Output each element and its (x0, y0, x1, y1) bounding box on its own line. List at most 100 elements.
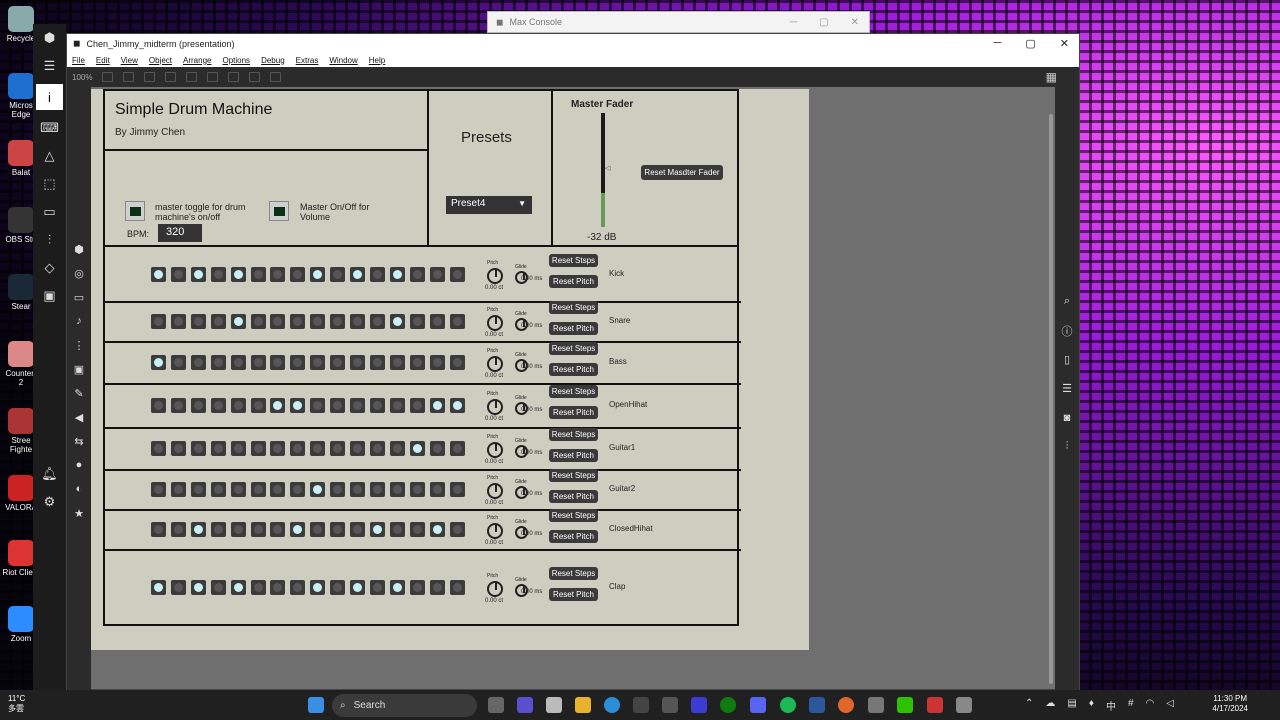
step-button[interactable] (290, 482, 306, 497)
step-button[interactable] (250, 355, 266, 370)
step-button[interactable] (151, 398, 166, 413)
step-button[interactable] (389, 522, 405, 537)
step-button[interactable] (270, 441, 286, 456)
step-button[interactable] (310, 522, 326, 537)
step-button[interactable] (151, 580, 166, 595)
step-button[interactable] (170, 482, 186, 497)
step-button[interactable] (290, 355, 306, 370)
step-button[interactable] (350, 267, 365, 282)
step-button[interactable] (230, 314, 246, 329)
app2-icon[interactable] (927, 697, 943, 713)
info-icon[interactable]: i (36, 84, 63, 110)
menu-arrange[interactable]: Arrange (183, 56, 211, 65)
help-icon[interactable] (228, 72, 240, 82)
store-icon[interactable] (633, 697, 649, 713)
step-button[interactable] (230, 580, 246, 595)
xbox-icon[interactable] (720, 697, 736, 713)
bell-icon[interactable]: 🔔︎ (33, 460, 66, 488)
arrow-icon[interactable]: ◀ (67, 405, 91, 429)
step-button[interactable] (210, 355, 226, 370)
bpm-number-box[interactable]: 320 (158, 224, 202, 242)
step-button[interactable] (429, 314, 445, 329)
settings-icon[interactable]: ⚙ (33, 488, 66, 516)
reset-steps-button[interactable]: Reset Stsps (549, 254, 598, 267)
step-button[interactable] (330, 441, 346, 456)
menu-options[interactable]: Options (222, 56, 250, 65)
step-button[interactable] (409, 267, 425, 282)
step-button[interactable] (190, 355, 206, 370)
step-button[interactable] (369, 482, 385, 497)
step-button[interactable] (190, 314, 206, 329)
maximize-icon[interactable]: ▢ (819, 17, 828, 28)
step-button[interactable] (409, 482, 425, 497)
step-button[interactable] (170, 441, 186, 456)
step-button[interactable] (409, 522, 425, 537)
step-button[interactable] (250, 522, 266, 537)
clock[interactable]: 11:30 PM 4/17/2024 (1212, 694, 1248, 714)
step-button[interactable] (210, 482, 226, 497)
step-button[interactable] (389, 267, 405, 282)
preset-menu[interactable]: Preset4 ▼ (446, 196, 532, 214)
step-button[interactable] (151, 267, 166, 282)
tag-icon[interactable]: ◇ (33, 254, 66, 282)
discord-icon[interactable] (750, 697, 766, 713)
step-button[interactable] (409, 441, 425, 456)
step-button[interactable] (350, 482, 365, 497)
add-icon[interactable] (249, 72, 261, 82)
step-button[interactable] (409, 355, 425, 370)
step-button[interactable] (190, 522, 206, 537)
reset-pitch-button[interactable]: Reset Pitch (549, 490, 598, 503)
step-button[interactable] (170, 314, 186, 329)
app-icon[interactable] (838, 697, 854, 713)
step-button[interactable] (230, 267, 246, 282)
list-icon[interactable]: ☰ (1055, 374, 1079, 403)
step-button[interactable] (389, 398, 405, 413)
step-button[interactable] (270, 580, 286, 595)
close-icon[interactable]: ✕ (1060, 37, 1069, 50)
step-button[interactable] (350, 355, 365, 370)
step-button[interactable] (389, 482, 405, 497)
start-icon[interactable] (308, 697, 324, 713)
step-button[interactable] (210, 267, 226, 282)
step-button[interactable] (369, 355, 385, 370)
grid-icon[interactable] (186, 72, 198, 82)
paperclip-icon[interactable]: ✎ (67, 381, 91, 405)
volume-icon[interactable]: ◁ (1166, 698, 1174, 713)
reset-steps-button[interactable]: Reset Steps (549, 567, 598, 580)
pitch-knob[interactable] (487, 581, 503, 597)
volume-master-toggle[interactable] (269, 201, 289, 221)
step-button[interactable] (310, 314, 326, 329)
cloud-icon[interactable]: ☁ (1045, 698, 1055, 713)
step-button[interactable] (270, 522, 286, 537)
reset-pitch-button[interactable]: Reset Pitch (549, 363, 598, 376)
step-button[interactable] (389, 314, 405, 329)
maximize-icon[interactable]: ▢ (1025, 37, 1035, 50)
step-button[interactable] (210, 398, 226, 413)
step-button[interactable] (151, 522, 166, 537)
step-button[interactable] (369, 580, 385, 595)
chevron-up-icon[interactable]: ⌃ (1025, 698, 1033, 713)
eye-icon[interactable]: ◐ (67, 477, 91, 501)
step-button[interactable] (389, 355, 405, 370)
step-button[interactable] (330, 314, 346, 329)
step-button[interactable] (310, 441, 326, 456)
delete-icon[interactable] (165, 72, 177, 82)
taskbar-search[interactable]: ⌕ Search (332, 694, 477, 717)
step-button[interactable] (449, 267, 465, 282)
step-button[interactable] (369, 522, 385, 537)
presentation-icon[interactable] (123, 72, 135, 82)
settings-icon[interactable] (868, 697, 884, 713)
step-button[interactable] (429, 522, 445, 537)
step-button[interactable] (350, 580, 365, 595)
step-button[interactable] (210, 441, 226, 456)
step-button[interactable] (330, 267, 346, 282)
circle-icon[interactable]: ● (67, 453, 91, 477)
layout-icon[interactable]: ▣ (33, 282, 66, 310)
fader-handle-icon[interactable]: ◁ (605, 164, 610, 172)
step-button[interactable] (429, 355, 445, 370)
vertical-scrollbar[interactable] (1049, 114, 1053, 684)
step-button[interactable] (429, 482, 445, 497)
max-icon[interactable] (956, 697, 972, 713)
step-button[interactable] (449, 398, 465, 413)
reset-fader-button[interactable]: Reset Masdter Fader (641, 165, 723, 180)
